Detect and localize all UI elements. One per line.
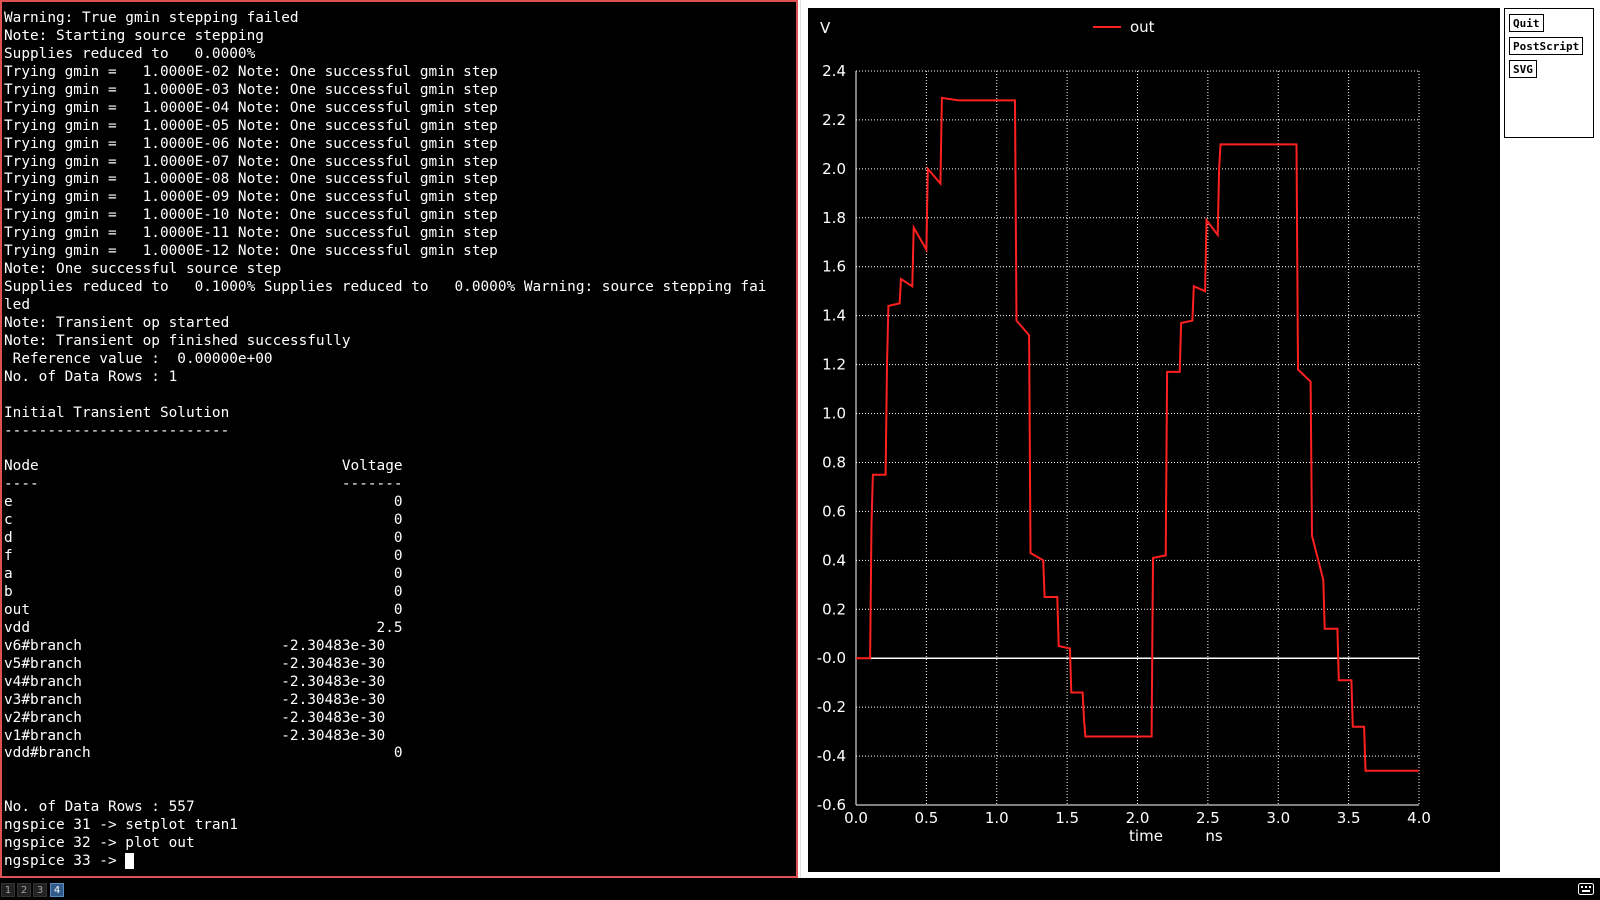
terminal-line: Trying gmin = 1.0000E-05 Note: One succe… bbox=[4, 117, 498, 134]
terminal-line: No. of Data Rows : 557 bbox=[4, 799, 195, 816]
x-tick-label: 0.0 bbox=[844, 809, 868, 827]
quit-button[interactable]: Quit bbox=[1509, 14, 1544, 32]
terminal-prompt: ngspice 33 -> bbox=[4, 853, 126, 870]
terminal-line: Trying gmin = 1.0000E-04 Note: One succe… bbox=[4, 99, 498, 116]
terminal-line: a 0 bbox=[4, 566, 403, 583]
x-tick-label: 2.0 bbox=[1126, 809, 1150, 827]
y-tick-label: 1.6 bbox=[822, 258, 846, 276]
terminal-line: Trying gmin = 1.0000E-02 Note: One succe… bbox=[4, 63, 498, 80]
workspace-button-4[interactable]: 4 bbox=[50, 883, 64, 897]
svg-button[interactable]: SVG bbox=[1509, 60, 1537, 78]
terminal-line: Trying gmin = 1.0000E-08 Note: One succe… bbox=[4, 171, 498, 188]
y-tick-label: -0.6 bbox=[817, 796, 846, 814]
terminal-line: Trying gmin = 1.0000E-07 Note: One succe… bbox=[4, 153, 498, 170]
terminal-cursor[interactable] bbox=[125, 853, 135, 870]
y-tick-label: 0.4 bbox=[822, 551, 846, 569]
x-tick-label: 1.5 bbox=[1055, 809, 1079, 827]
terminal-line: b 0 bbox=[4, 584, 403, 600]
terminal-line: ngspice 31 -> setplot tran1 bbox=[4, 817, 238, 834]
terminal-line: Reference value : 0.00000e+00 bbox=[4, 350, 273, 367]
y-tick-label: 1.8 bbox=[822, 209, 846, 227]
y-tick-label: 2.2 bbox=[822, 111, 846, 129]
terminal-line: Note: Transient op finished successfully bbox=[4, 332, 351, 349]
x-tick-label: 4.0 bbox=[1407, 809, 1431, 827]
terminal-output: Warning: True gmin stepping failed Note: … bbox=[4, 10, 794, 871]
terminal-line: Trying gmin = 1.0000E-10 Note: One succe… bbox=[4, 207, 498, 224]
y-tick-label: 0.6 bbox=[822, 502, 846, 520]
workspace-button-2[interactable]: 2 bbox=[17, 883, 31, 897]
terminal-window[interactable]: Warning: True gmin stepping failed Note: … bbox=[0, 0, 798, 878]
terminal-line: f 0 bbox=[4, 548, 403, 565]
plot-window: 0.0 0.5 1.0 1.5 2.0 2.5 3.0 3.5 4.0 -0.6 -0.4 -0.2 -… bbox=[800, 0, 1600, 878]
x-tick-label: 3.5 bbox=[1337, 809, 1361, 827]
taskbar: 1 2 3 4 bbox=[0, 878, 1600, 900]
terminal-line: v4#branch -2.30483e-30 bbox=[4, 673, 386, 690]
x-axis-unit: ns bbox=[1205, 827, 1223, 845]
terminal-line: v2#branch -2.30483e-30 bbox=[4, 709, 386, 726]
workspace-button-1[interactable]: 1 bbox=[1, 883, 15, 897]
terminal-line: Trying gmin = 1.0000E-06 Note: One succe… bbox=[4, 135, 498, 152]
x-tick-label: 3.0 bbox=[1266, 809, 1290, 827]
terminal-line: ngspice 33 -> bbox=[4, 853, 794, 871]
terminal-line: v1#branch -2.30483e-30 bbox=[4, 727, 386, 744]
terminal-line: Warning: True gmin stepping failed bbox=[4, 10, 299, 26]
terminal-line: v6#branch -2.30483e-30 bbox=[4, 637, 386, 654]
x-tick-label: 0.5 bbox=[914, 809, 938, 827]
y-tick-label: -0.0 bbox=[817, 649, 846, 667]
tray-keyboard-icon[interactable] bbox=[1578, 883, 1594, 895]
terminal-line: Node Voltage bbox=[4, 458, 403, 475]
terminal-line: led bbox=[4, 297, 30, 313]
terminal-line: Supplies reduced to 0.0000% bbox=[4, 45, 256, 62]
y-tick-label: -0.2 bbox=[817, 698, 846, 716]
plot-chart: 0.0 0.5 1.0 1.5 2.0 2.5 3.0 3.5 4.0 -0.6 -0.4 -0.2 -… bbox=[817, 18, 1431, 845]
terminal-line: Trying gmin = 1.0000E-09 Note: One succe… bbox=[4, 189, 498, 206]
y-tick-label: 2.0 bbox=[822, 160, 846, 178]
y-tick-label: 1.4 bbox=[822, 307, 846, 325]
y-tick-label: 1.0 bbox=[822, 405, 846, 423]
terminal-line: out 0 bbox=[4, 601, 403, 618]
workspace-button-3[interactable]: 3 bbox=[33, 883, 47, 897]
terminal-line: vdd 2.5 bbox=[4, 619, 403, 636]
terminal-line: ngspice 32 -> plot out bbox=[4, 835, 195, 852]
terminal-line: Trying gmin = 1.0000E-03 Note: One succe… bbox=[4, 81, 498, 98]
terminal-line: d 0 bbox=[4, 530, 403, 547]
y-tick-label: 0.2 bbox=[822, 600, 846, 618]
terminal-line: e 0 bbox=[4, 494, 403, 511]
terminal-line: Trying gmin = 1.0000E-11 Note: One succe… bbox=[4, 225, 498, 242]
y-tick-label: -0.4 bbox=[817, 747, 846, 765]
terminal-line: v5#branch -2.30483e-30 bbox=[4, 655, 386, 672]
terminal-line: No. of Data Rows : 1 bbox=[4, 368, 178, 385]
y-axis-label: V bbox=[820, 19, 831, 37]
y-tick-label: 0.8 bbox=[822, 453, 846, 471]
x-tick-label: 1.0 bbox=[985, 809, 1009, 827]
terminal-line: c 0 bbox=[4, 512, 403, 529]
y-tick-label: 2.4 bbox=[822, 62, 846, 80]
terminal-line: v3#branch -2.30483e-30 bbox=[4, 691, 386, 708]
terminal-line: -------------------------- bbox=[4, 422, 230, 439]
plot-area: 0.0 0.5 1.0 1.5 2.0 2.5 3.0 3.5 4.0 -0.6 -0.4 -0.2 -… bbox=[808, 8, 1500, 872]
terminal-line: Note: Transient op started bbox=[4, 314, 230, 331]
terminal-line: Note: One successful source step bbox=[4, 261, 282, 278]
plot-button-panel: Quit PostScript SVG bbox=[1504, 8, 1594, 138]
terminal-line: Initial Transient Solution bbox=[4, 404, 230, 421]
terminal-line: vdd#branch 0 bbox=[4, 745, 403, 762]
postscript-button[interactable]: PostScript bbox=[1509, 37, 1584, 55]
terminal-line: Note: Starting source stepping bbox=[4, 27, 264, 44]
terminal-line: Supplies reduced to 0.1000% Supplies red… bbox=[4, 279, 767, 296]
y-tick-label: 1.2 bbox=[822, 356, 846, 374]
terminal-line: ---- ------- bbox=[4, 476, 403, 493]
legend-label: out bbox=[1130, 18, 1155, 36]
terminal-line: Trying gmin = 1.0000E-12 Note: One succe… bbox=[4, 243, 498, 260]
x-tick-label: 2.5 bbox=[1196, 809, 1220, 827]
x-axis-label: time bbox=[1129, 827, 1163, 845]
